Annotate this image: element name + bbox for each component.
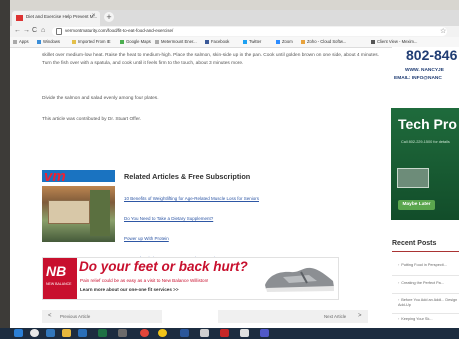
home-button[interactable]: ⌂ [41,27,45,34]
client-view-icon [371,40,375,44]
divider [392,275,459,276]
excel-icon[interactable] [98,329,107,337]
recent-post-item[interactable]: › Creating the Perfect Pa... [398,281,458,286]
bookmark-imported[interactable]: Imported From IE [72,39,111,44]
word-icon[interactable] [180,329,189,337]
contact-phone: 802-846 [406,47,458,63]
new-tab-button[interactable]: + [104,12,114,22]
chevron-left-icon: < [48,313,52,319]
tech-ad-title: Tech Pro [398,116,457,132]
forward-button[interactable]: → [23,27,30,34]
related-link-protein[interactable]: Power up With Protein [124,236,169,241]
bookmark-client-view[interactable]: Client View - Mexim... [371,39,417,44]
folder-icon [72,40,76,44]
new-balance-ad[interactable]: NB NEW BALANCE Do your feet or back hurt… [42,257,339,300]
contact-email: EMAIL: INFO@NANC [394,76,442,81]
site-favicon-icon [16,15,23,21]
tech-ad-subtitle: Call 802-229-1500 for details [401,140,450,144]
bookmark-google-maps[interactable]: Google Maps [120,39,151,44]
chrome-profile-icon[interactable] [158,329,167,337]
next-article-button[interactable]: Next Article > [218,310,368,323]
previous-article-button[interactable]: < Previous Article [42,310,162,323]
article-paragraph: skillet over medium-low heat. Raise the … [42,53,380,66]
bookmark-zoho[interactable]: Zoho - Cloud Softw... [301,39,346,44]
article-paragraph: Divide the salmon and salad evenly among… [42,96,159,101]
file-explorer-icon[interactable] [62,329,71,337]
zoho-icon [301,40,305,44]
pdf-icon[interactable] [220,329,229,337]
bookmark-facebook[interactable]: Facebook [205,39,229,44]
address-bar[interactable]: vermontmaturity.com/food/fit-to-eat-food… [52,27,447,36]
notepad-icon[interactable] [240,329,249,337]
related-link-weightlifting[interactable]: 10 Benefits of Weightlifting for Age-Rel… [124,196,259,201]
ad-subline: Pain relief could be as easy as a visit … [80,278,209,283]
zoom-icon [276,40,280,44]
recent-post-item[interactable]: › Putting Food in Perspecti... [398,263,458,268]
maps-icon [120,40,124,44]
ad-headline: Do your feet or back hurt? [79,259,248,274]
desktop-edge [0,0,10,328]
teams-icon[interactable] [260,329,269,337]
chevron-right-icon: > [358,313,362,319]
previous-article-label: Previous Article [60,314,91,319]
reload-button[interactable]: C [32,27,37,34]
divider [392,313,459,314]
new-balance-logo: NB NEW BALANCE [43,258,77,299]
twitter-icon [243,40,247,44]
recent-posts-underline [392,251,459,252]
related-link-supplement[interactable]: Do You Need to Take a Dietary Supplement… [124,216,213,221]
settings-icon[interactable] [118,329,127,337]
bookmark-star-icon[interactable]: ☆ [440,27,446,35]
facebook-icon [205,40,209,44]
mail-icon[interactable] [78,329,87,337]
page-icon [155,40,159,44]
ad-learn-more[interactable]: Learn more about our one-one fit service… [80,287,179,292]
close-tab-icon[interactable]: × [92,13,96,19]
screen: Diet and Exercise Help Prevent M... × + … [0,0,459,339]
bookmark-metermount[interactable]: Metermount Ener... [155,39,197,44]
search-icon[interactable] [30,329,39,337]
back-button[interactable]: ← [14,27,21,34]
bookmark-windows[interactable]: Windows [37,39,60,44]
computer-image [397,168,429,188]
chrome-icon[interactable] [140,329,149,337]
bookmark-zoom[interactable]: Zoom [276,39,293,44]
lock-icon [56,28,62,35]
edge-icon[interactable] [46,329,55,337]
tab-title: Diet and Exercise Help Prevent M... [26,14,98,19]
article-credit: This article was contributed by Dr. Stua… [42,117,142,122]
sneaker-image [265,267,334,292]
recent-posts-heading: Recent Posts [392,240,437,247]
contact-website: WWW. NANCYJE [405,68,444,73]
windows-icon [37,40,41,44]
url-text: vermontmaturity.com/food/fit-to-eat-food… [65,28,174,33]
bookmark-apps[interactable]: Apps [13,39,29,44]
windows-start-icon[interactable] [14,329,23,337]
apps-icon [13,40,17,44]
magazine-cover-image[interactable]: vm [42,170,115,242]
bookmark-twitter[interactable]: Twitter [243,39,261,44]
tech-ad-button[interactable]: Maybe Later [398,200,435,210]
browser-tab[interactable]: Diet and Exercise Help Prevent M... × [12,11,100,26]
divider [392,293,459,294]
recent-post-item[interactable]: › Keeping Your Sk... [398,317,458,322]
recent-post-item[interactable]: › Before You Add an Addi... Design Add-Up [398,298,458,308]
next-article-label: Next Article [324,314,347,319]
document-icon[interactable] [200,329,209,337]
related-articles-heading: Related Articles & Free Subscription [124,172,251,181]
